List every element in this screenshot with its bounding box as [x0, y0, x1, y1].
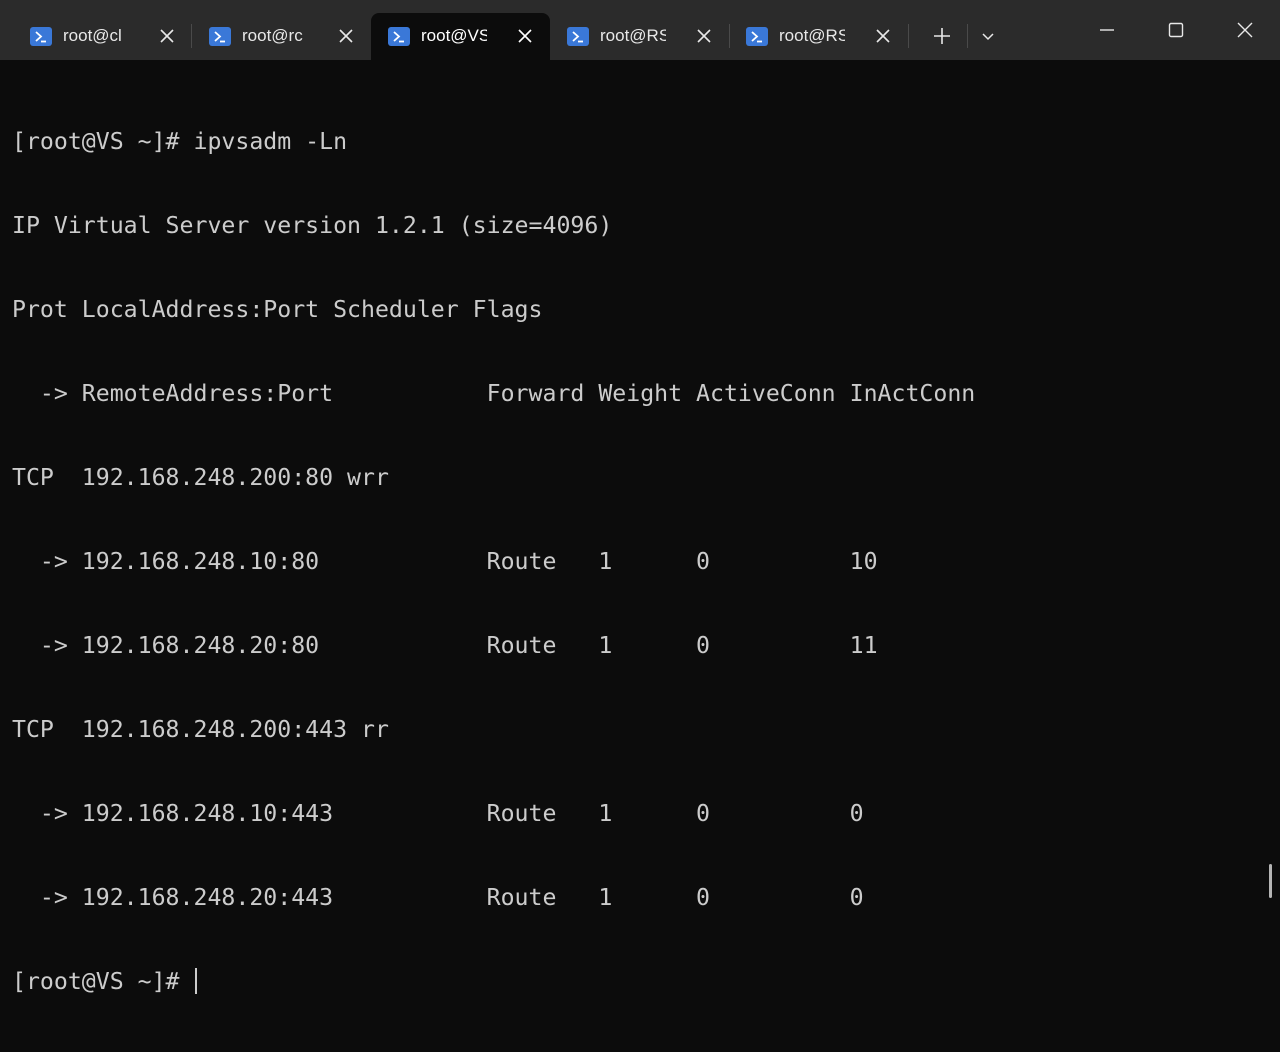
terminal-line: Prot LocalAddress:Port Scheduler Flags — [12, 296, 543, 323]
terminal-line: TCP 192.168.248.200:80 wrr — [12, 464, 389, 491]
tab-label: root@RS — [600, 26, 666, 45]
tab-root-cl[interactable]: root@cl — [13, 13, 192, 60]
terminal-line: IP Virtual Server version 1.2.1 (size=40… — [12, 212, 613, 239]
terminal-pane[interactable]: [root@VS ~]# ipvsadm -Ln IP Virtual Serv… — [0, 60, 1280, 995]
powershell-icon — [30, 27, 52, 46]
close-window-button[interactable] — [1222, 14, 1268, 46]
tab-label: root@rc — [242, 26, 303, 45]
prompt-line[interactable]: [root@VS ~]# — [12, 968, 975, 996]
tab-root-rs-1[interactable]: root@RS — [550, 13, 729, 60]
powershell-icon — [388, 27, 410, 46]
powershell-icon — [746, 27, 768, 46]
close-tab-icon[interactable] — [694, 26, 714, 46]
terminal-line: -> 192.168.248.10:80 Route 1 0 10 — [12, 548, 878, 575]
text-cursor — [195, 968, 198, 994]
maximize-icon — [1168, 22, 1184, 38]
maximize-button[interactable] — [1153, 14, 1199, 46]
new-tab-button[interactable] — [922, 22, 962, 50]
powershell-icon — [567, 27, 589, 46]
close-tab-icon[interactable] — [515, 26, 535, 46]
tab-label: root@cl — [63, 26, 122, 45]
tab-root-vs[interactable]: root@VS — [371, 13, 550, 60]
title-bar: root@cl root@rc root@VS root@RS root@RS — [0, 0, 1280, 60]
terminal-output: [root@VS ~]# ipvsadm -Ln IP Virtual Serv… — [12, 72, 975, 1052]
chevron-down-icon — [982, 33, 994, 41]
tab-divider — [908, 24, 909, 48]
terminal-line: -> 192.168.248.10:443 Route 1 0 0 — [12, 800, 864, 827]
powershell-icon — [209, 27, 231, 46]
shell-prompt: [root@VS ~]# — [12, 968, 194, 995]
terminal-line: -> 192.168.248.20:80 Route 1 0 11 — [12, 632, 878, 659]
minimize-icon — [1100, 29, 1114, 31]
tab-dropdown-button[interactable] — [972, 22, 1004, 50]
terminal-line: -> RemoteAddress:Port Forward Weight Act… — [12, 380, 976, 407]
minimize-button[interactable] — [1084, 14, 1130, 46]
tab-label: root@VS — [421, 26, 487, 45]
terminal-line: [root@VS ~]# ipvsadm -Ln — [12, 128, 348, 155]
scrollbar-thumb[interactable] — [1269, 864, 1272, 898]
terminal-line: -> 192.168.248.20:443 Route 1 0 0 — [12, 884, 864, 911]
plus-icon — [934, 28, 950, 44]
tab-label: root@RS — [779, 26, 845, 45]
terminal-line: TCP 192.168.248.200:443 rr — [12, 716, 389, 743]
close-tab-icon[interactable] — [336, 26, 356, 46]
close-tab-icon[interactable] — [873, 26, 893, 46]
close-tab-icon[interactable] — [157, 26, 177, 46]
tab-root-rs-2[interactable]: root@RS — [729, 13, 908, 60]
tab-root-rc[interactable]: root@rc — [192, 13, 371, 60]
tab-divider — [967, 24, 968, 48]
close-icon — [1237, 22, 1253, 38]
